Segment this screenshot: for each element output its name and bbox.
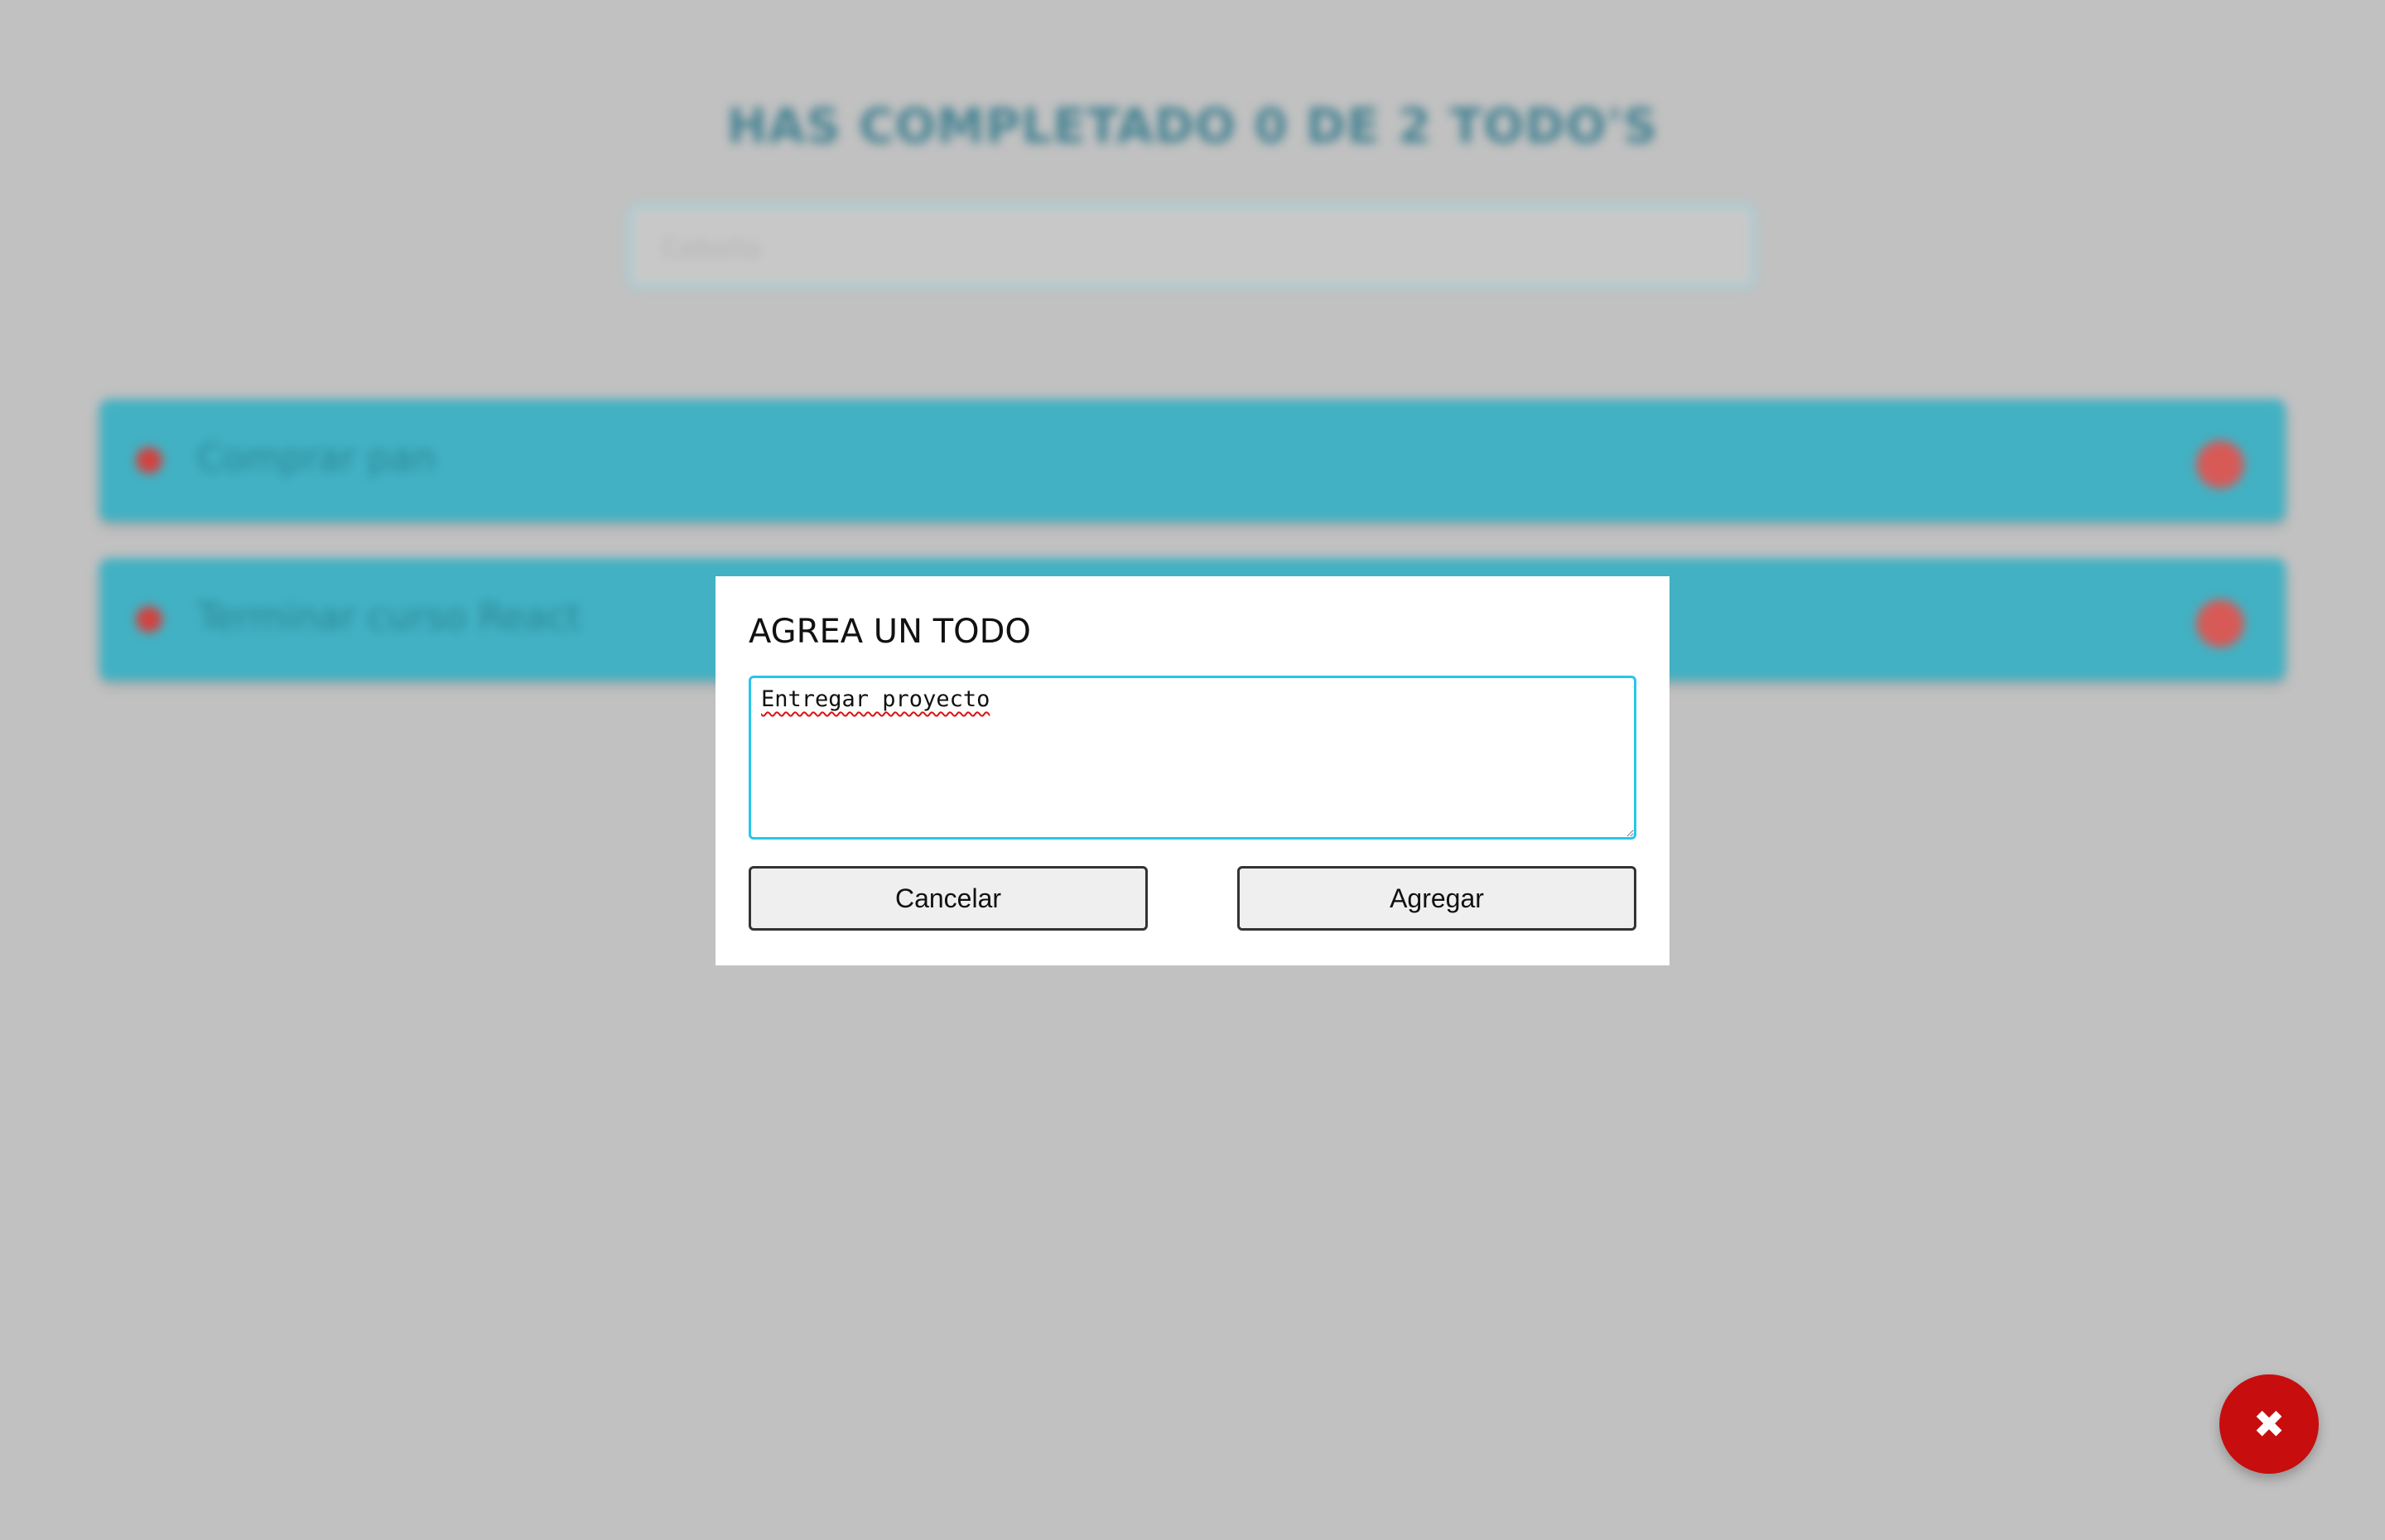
todo-item-text: Terminar curso React (197, 596, 581, 638)
add-todo-modal: AGREA UN TODO Entregar proyecto Cancelar… (716, 576, 1670, 965)
delete-icon[interactable] (2196, 440, 2244, 488)
close-modal-button[interactable]: ✖ (2219, 1374, 2319, 1474)
cancel-button[interactable]: Cancelar (749, 866, 1148, 931)
close-icon: ✖ (2252, 1402, 2286, 1446)
todo-textarea[interactable]: Entregar proyecto (749, 676, 1636, 840)
app-page: HAS COMPLETADO 0 DE 2 TODO'S Cebolla Com… (0, 0, 2385, 1540)
complete-check-icon[interactable] (136, 447, 162, 474)
modal-title: AGREA UN TODO (749, 613, 1031, 651)
search-input[interactable]: Cebolla (628, 204, 1756, 288)
todo-counter-title: HAS COMPLETADO 0 DE 2 TODO'S (726, 98, 1659, 154)
todo-item-text: Comprar pan (197, 437, 436, 479)
search-placeholder: Cebolla (662, 233, 761, 264)
delete-icon[interactable] (2196, 599, 2244, 647)
add-button[interactable]: Agregar (1237, 866, 1636, 931)
complete-check-icon[interactable] (136, 606, 162, 633)
todo-item[interactable]: Comprar pan (99, 399, 2286, 522)
